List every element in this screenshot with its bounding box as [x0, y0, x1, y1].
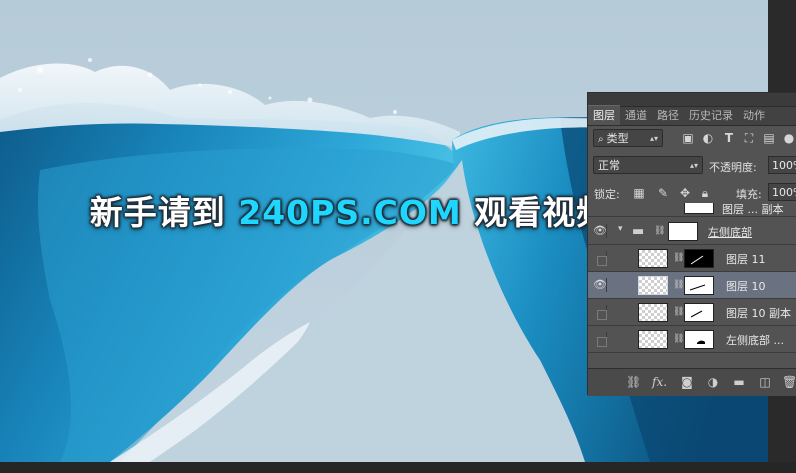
- layers-panel-footer: ⛓︎ fx. ◙ ◑ ▬ ◫ 🗑︎: [588, 368, 796, 396]
- shape-filter-icon[interactable]: ⛶: [742, 131, 756, 145]
- tab-history[interactable]: 历史记录: [684, 106, 738, 125]
- updown-arrow-icon: ▴▾: [689, 161, 698, 170]
- smart-object-filter-icon[interactable]: ▤: [762, 131, 776, 145]
- tab-paths[interactable]: 路径: [652, 106, 684, 125]
- layer-name: 图层 11: [726, 253, 766, 266]
- filter-label: 类型: [606, 132, 629, 145]
- layer-row[interactable]: 图层 ... 副本: [588, 203, 796, 217]
- layer-thumbnail: [638, 303, 668, 322]
- lock-position-icon[interactable]: ✥: [678, 186, 692, 200]
- lock-all-icon[interactable]: 🔒︎: [698, 186, 712, 200]
- tab-layers[interactable]: 图层: [588, 105, 620, 125]
- layer-name: 图层 10 副本: [726, 307, 791, 320]
- type-filter-icon[interactable]: T: [722, 131, 736, 145]
- chain-link-icon[interactable]: ⛓︎: [673, 334, 684, 345]
- layer-mask-thumbnail: [684, 303, 714, 322]
- hidden-box-icon: [597, 256, 607, 266]
- tab-actions[interactable]: 动作: [738, 106, 770, 125]
- layer-filter-select[interactable]: ⌕ 类型 ▴▾: [593, 129, 663, 147]
- link-layers-icon[interactable]: ⛓︎: [626, 375, 641, 389]
- opacity-label: 不透明度:: [709, 161, 757, 174]
- layer-row[interactable]: ⛓︎ 图层 10 副本: [588, 299, 796, 326]
- layers-panel: 图层 通道 路径 历史记录 动作 ⌕ 类型 ▴▾ ▣ ◐ T ⛶ ▤ ● 正常 ▴…: [587, 92, 796, 396]
- search-icon: ⌕: [598, 134, 604, 145]
- layer-mask-thumbnail: [684, 249, 714, 268]
- lock-image-icon[interactable]: ✎: [656, 186, 670, 200]
- layer-name: 图层 ... 副本: [722, 203, 784, 216]
- adjustment-filter-icon[interactable]: ◐: [701, 131, 715, 145]
- layer-row-selected[interactable]: 👁︎ ⛓︎ 图层 10: [588, 272, 796, 299]
- visibility-toggle[interactable]: 👁︎: [592, 278, 607, 292]
- folder-icon: ▬: [632, 224, 645, 239]
- chevron-down-icon[interactable]: ▾: [618, 224, 623, 234]
- panel-tabs: 图层 通道 路径 历史记录 动作: [588, 105, 796, 126]
- layer-name: 左侧底部: [708, 226, 752, 239]
- visibility-toggle[interactable]: [592, 251, 607, 266]
- overlay-site: 240PS.COM: [238, 193, 462, 232]
- visibility-toggle[interactable]: [592, 305, 607, 320]
- new-group-icon[interactable]: ▬: [732, 375, 746, 389]
- hidden-box-icon: [597, 337, 607, 347]
- tab-channels[interactable]: 通道: [620, 106, 652, 125]
- fill-input[interactable]: 100%: [768, 183, 796, 201]
- chain-link-icon[interactable]: ⛓︎: [654, 226, 665, 237]
- visibility-toggle[interactable]: 👁︎: [592, 224, 607, 238]
- blend-mode-value: 正常: [598, 159, 620, 172]
- layer-thumbnail: [638, 330, 668, 349]
- new-layer-icon[interactable]: ◫: [758, 375, 772, 389]
- layer-thumbnail: [638, 276, 668, 295]
- layer-thumbnail: [638, 249, 668, 268]
- opacity-input[interactable]: 100%: [768, 156, 796, 174]
- adjustment-layer-icon[interactable]: ◑: [706, 375, 720, 389]
- layer-name: 图层 10: [726, 280, 766, 293]
- layer-mask-thumbnail: [684, 276, 714, 295]
- layer-row[interactable]: ⛓︎ 左侧底部 ...: [588, 326, 796, 353]
- status-strip: [0, 462, 796, 473]
- layer-name: 左侧底部 ...: [726, 334, 784, 347]
- chain-link-icon[interactable]: ⛓︎: [673, 253, 684, 264]
- fill-label: 填充:: [736, 188, 762, 201]
- layer-mask-thumbnail: [684, 203, 714, 214]
- fx-icon[interactable]: fx.: [652, 375, 667, 389]
- chain-link-icon[interactable]: ⛓︎: [673, 280, 684, 291]
- overlay-prefix: 新手请到: [89, 193, 239, 232]
- blend-mode-select[interactable]: 正常 ▴▾: [593, 156, 703, 174]
- layer-group-row[interactable]: 👁︎ ▾ ▬ ⛓︎ 左侧底部: [588, 218, 796, 245]
- layer-row[interactable]: ⛓︎ 图层 11: [588, 245, 796, 272]
- lock-transparent-icon[interactable]: ▦: [632, 186, 646, 200]
- hidden-box-icon: [597, 310, 607, 320]
- eye-icon: 👁︎: [593, 224, 607, 237]
- updown-arrow-icon: ▴▾: [649, 134, 658, 143]
- lock-label: 锁定:: [594, 188, 620, 201]
- layer-mask-thumbnail: [684, 330, 714, 349]
- add-mask-icon[interactable]: ◙: [680, 375, 694, 389]
- layer-mask-thumbnail: [668, 222, 698, 241]
- chain-link-icon[interactable]: ⛓︎: [673, 307, 684, 318]
- eye-icon: 👁︎: [593, 278, 607, 291]
- visibility-toggle[interactable]: [592, 332, 607, 347]
- filter-toggle-icon[interactable]: ●: [782, 131, 796, 145]
- trash-icon[interactable]: 🗑︎: [782, 375, 796, 389]
- image-filter-icon[interactable]: ▣: [681, 131, 695, 145]
